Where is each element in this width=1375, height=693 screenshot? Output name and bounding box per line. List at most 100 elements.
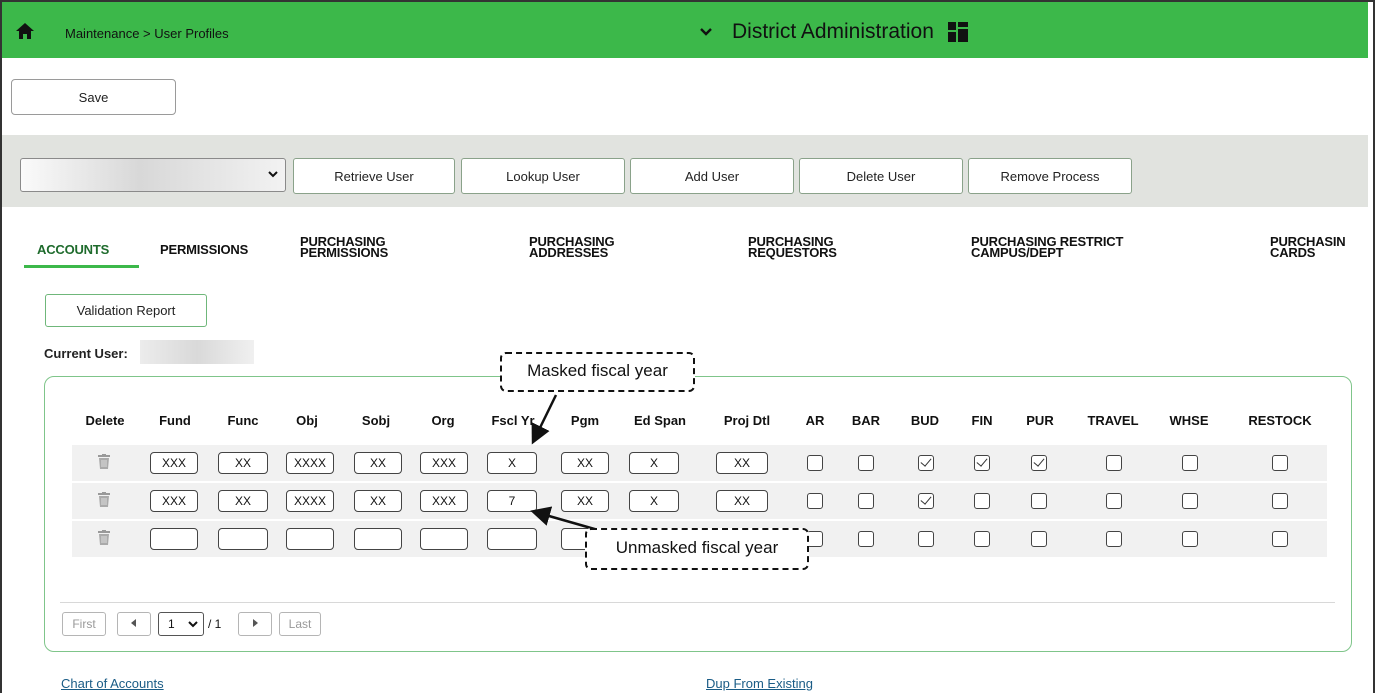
fscl-yr-input[interactable]	[487, 528, 537, 550]
bar-checkbox[interactable]	[858, 493, 874, 509]
page-title: District Administration	[732, 20, 934, 43]
lookup-user-button[interactable]: Lookup User	[461, 158, 625, 194]
delete-user-button[interactable]: Delete User	[799, 158, 963, 194]
home-icon[interactable]	[15, 22, 35, 40]
col-header-whse: WHSE	[1169, 413, 1209, 428]
tab-purchasing-cards[interactable]: PURCHASIN CARDS	[1270, 236, 1370, 258]
active-tab-indicator	[24, 265, 139, 268]
org-input[interactable]: XXX	[420, 452, 468, 474]
district-switcher[interactable]: District Administration	[698, 19, 968, 45]
org-input[interactable]: XXX	[420, 490, 468, 512]
restock-checkbox[interactable]	[1272, 493, 1288, 509]
trash-icon[interactable]	[98, 454, 110, 469]
pur-checkbox[interactable]	[1031, 493, 1047, 509]
retrieve-user-button[interactable]: Retrieve User	[293, 158, 455, 194]
pgm-input[interactable]: XX	[561, 452, 609, 474]
fin-checkbox[interactable]	[974, 531, 990, 547]
tab-purchasing-permissions[interactable]: PURCHASING PERMISSIONS	[300, 235, 389, 260]
tab-permissions[interactable]: PERMISSIONS	[160, 242, 249, 257]
dup-from-existing-link[interactable]: Dup From Existing	[706, 676, 813, 691]
func-input[interactable]: XX	[218, 490, 268, 512]
whse-checkbox[interactable]	[1182, 455, 1198, 471]
sobj-input[interactable]	[354, 528, 402, 550]
trash-icon[interactable]	[98, 530, 110, 545]
ed-span-input[interactable]: X	[629, 452, 679, 474]
sobj-input[interactable]: XX	[354, 452, 402, 474]
col-header-org: Org	[431, 413, 455, 428]
trash-icon[interactable]	[98, 492, 110, 507]
bar-checkbox[interactable]	[858, 455, 874, 471]
bud-checkbox[interactable]	[918, 531, 934, 547]
restock-checkbox[interactable]	[1272, 455, 1288, 471]
col-header-bar: BAR	[851, 413, 881, 428]
bar-checkbox[interactable]	[858, 531, 874, 547]
fund-input[interactable]: XXX	[150, 490, 198, 512]
proj-dtl-input[interactable]: XX	[716, 452, 768, 474]
travel-checkbox[interactable]	[1106, 455, 1122, 471]
page-select-value: 1	[168, 617, 175, 631]
pgm-input[interactable]: XX	[561, 490, 609, 512]
obj-input[interactable]: XXXX	[286, 490, 334, 512]
proj-dtl-input[interactable]: XX	[716, 490, 768, 512]
tab-label: PERMISSIONS	[300, 245, 389, 260]
tab-label: PERMISSIONS	[160, 242, 249, 257]
masked-fiscal-year-callout: Masked fiscal year	[500, 352, 695, 392]
chevron-down-icon[interactable]	[698, 26, 714, 38]
pur-checkbox[interactable]	[1031, 531, 1047, 547]
top-bar: Maintenance > User Profiles District Adm…	[2, 2, 1368, 58]
save-button[interactable]: Save	[11, 79, 176, 115]
func-input[interactable]: XX	[218, 452, 268, 474]
restock-checkbox[interactable]	[1272, 531, 1288, 547]
prev-page-button[interactable]	[117, 612, 151, 636]
fscl-yr-input[interactable]: X	[487, 452, 537, 474]
ar-checkbox[interactable]	[807, 455, 823, 471]
fund-input[interactable]	[150, 528, 198, 550]
travel-checkbox[interactable]	[1106, 493, 1122, 509]
col-header-fund: Fund	[159, 413, 191, 428]
col-header-ar: AR	[805, 413, 825, 428]
col-header-func: Func	[227, 413, 259, 428]
tab-accounts[interactable]: ACCOUNTS	[37, 243, 109, 256]
pager-divider	[60, 602, 1335, 603]
tab-purchasing-requestors[interactable]: PURCHASING REQUESTORS	[748, 235, 837, 259]
sobj-input[interactable]: XX	[354, 490, 402, 512]
ar-checkbox[interactable]	[807, 531, 823, 547]
ed-span-input[interactable]: X	[629, 490, 679, 512]
obj-input[interactable]: XXXX	[286, 452, 334, 474]
col-header-travel: TRAVEL	[1087, 413, 1139, 428]
user-select[interactable]	[20, 158, 286, 192]
col-header-proj-dtl: Proj Dtl	[723, 413, 771, 428]
chevron-down-icon	[188, 621, 198, 628]
chart-of-accounts-link[interactable]: Chart of Accounts	[61, 676, 164, 691]
tab-purchasing-restrict-campus-dept[interactable]: PURCHASING RESTRICT CAMPUS/DEPT	[971, 235, 1123, 259]
validation-report-button[interactable]: Validation Report	[45, 294, 207, 327]
col-header-obj: Obj	[296, 413, 318, 428]
func-input[interactable]	[218, 528, 268, 550]
fund-input[interactable]: XXX	[150, 452, 198, 474]
next-page-button[interactable]	[238, 612, 272, 636]
breadcrumb[interactable]: Maintenance > User Profiles	[65, 26, 229, 41]
bud-checkbox[interactable]	[918, 493, 934, 509]
add-user-button[interactable]: Add User	[630, 158, 794, 194]
chevron-down-icon	[268, 171, 278, 178]
ar-checkbox[interactable]	[807, 493, 823, 509]
page-select[interactable]: 1	[158, 612, 204, 636]
whse-checkbox[interactable]	[1182, 493, 1198, 509]
caret-left-icon	[131, 619, 136, 627]
whse-checkbox[interactable]	[1182, 531, 1198, 547]
obj-input[interactable]	[286, 528, 334, 550]
col-header-fscl-yr: Fscl Yr	[491, 413, 535, 428]
first-page-button[interactable]: First	[62, 612, 106, 636]
fin-checkbox[interactable]	[974, 455, 990, 471]
last-page-button[interactable]: Last	[279, 612, 321, 636]
col-header-restock: RESTOCK	[1248, 413, 1312, 428]
fin-checkbox[interactable]	[974, 493, 990, 509]
pur-checkbox[interactable]	[1031, 455, 1047, 471]
fscl-yr-input[interactable]: 7	[487, 490, 537, 512]
tab-purchasing-addresses[interactable]: PURCHASING ADDRESSES	[529, 235, 615, 259]
remove-process-button[interactable]: Remove Process	[968, 158, 1132, 194]
grid-icon[interactable]	[947, 22, 968, 42]
org-input[interactable]	[420, 528, 468, 550]
travel-checkbox[interactable]	[1106, 531, 1122, 547]
bud-checkbox[interactable]	[918, 455, 934, 471]
